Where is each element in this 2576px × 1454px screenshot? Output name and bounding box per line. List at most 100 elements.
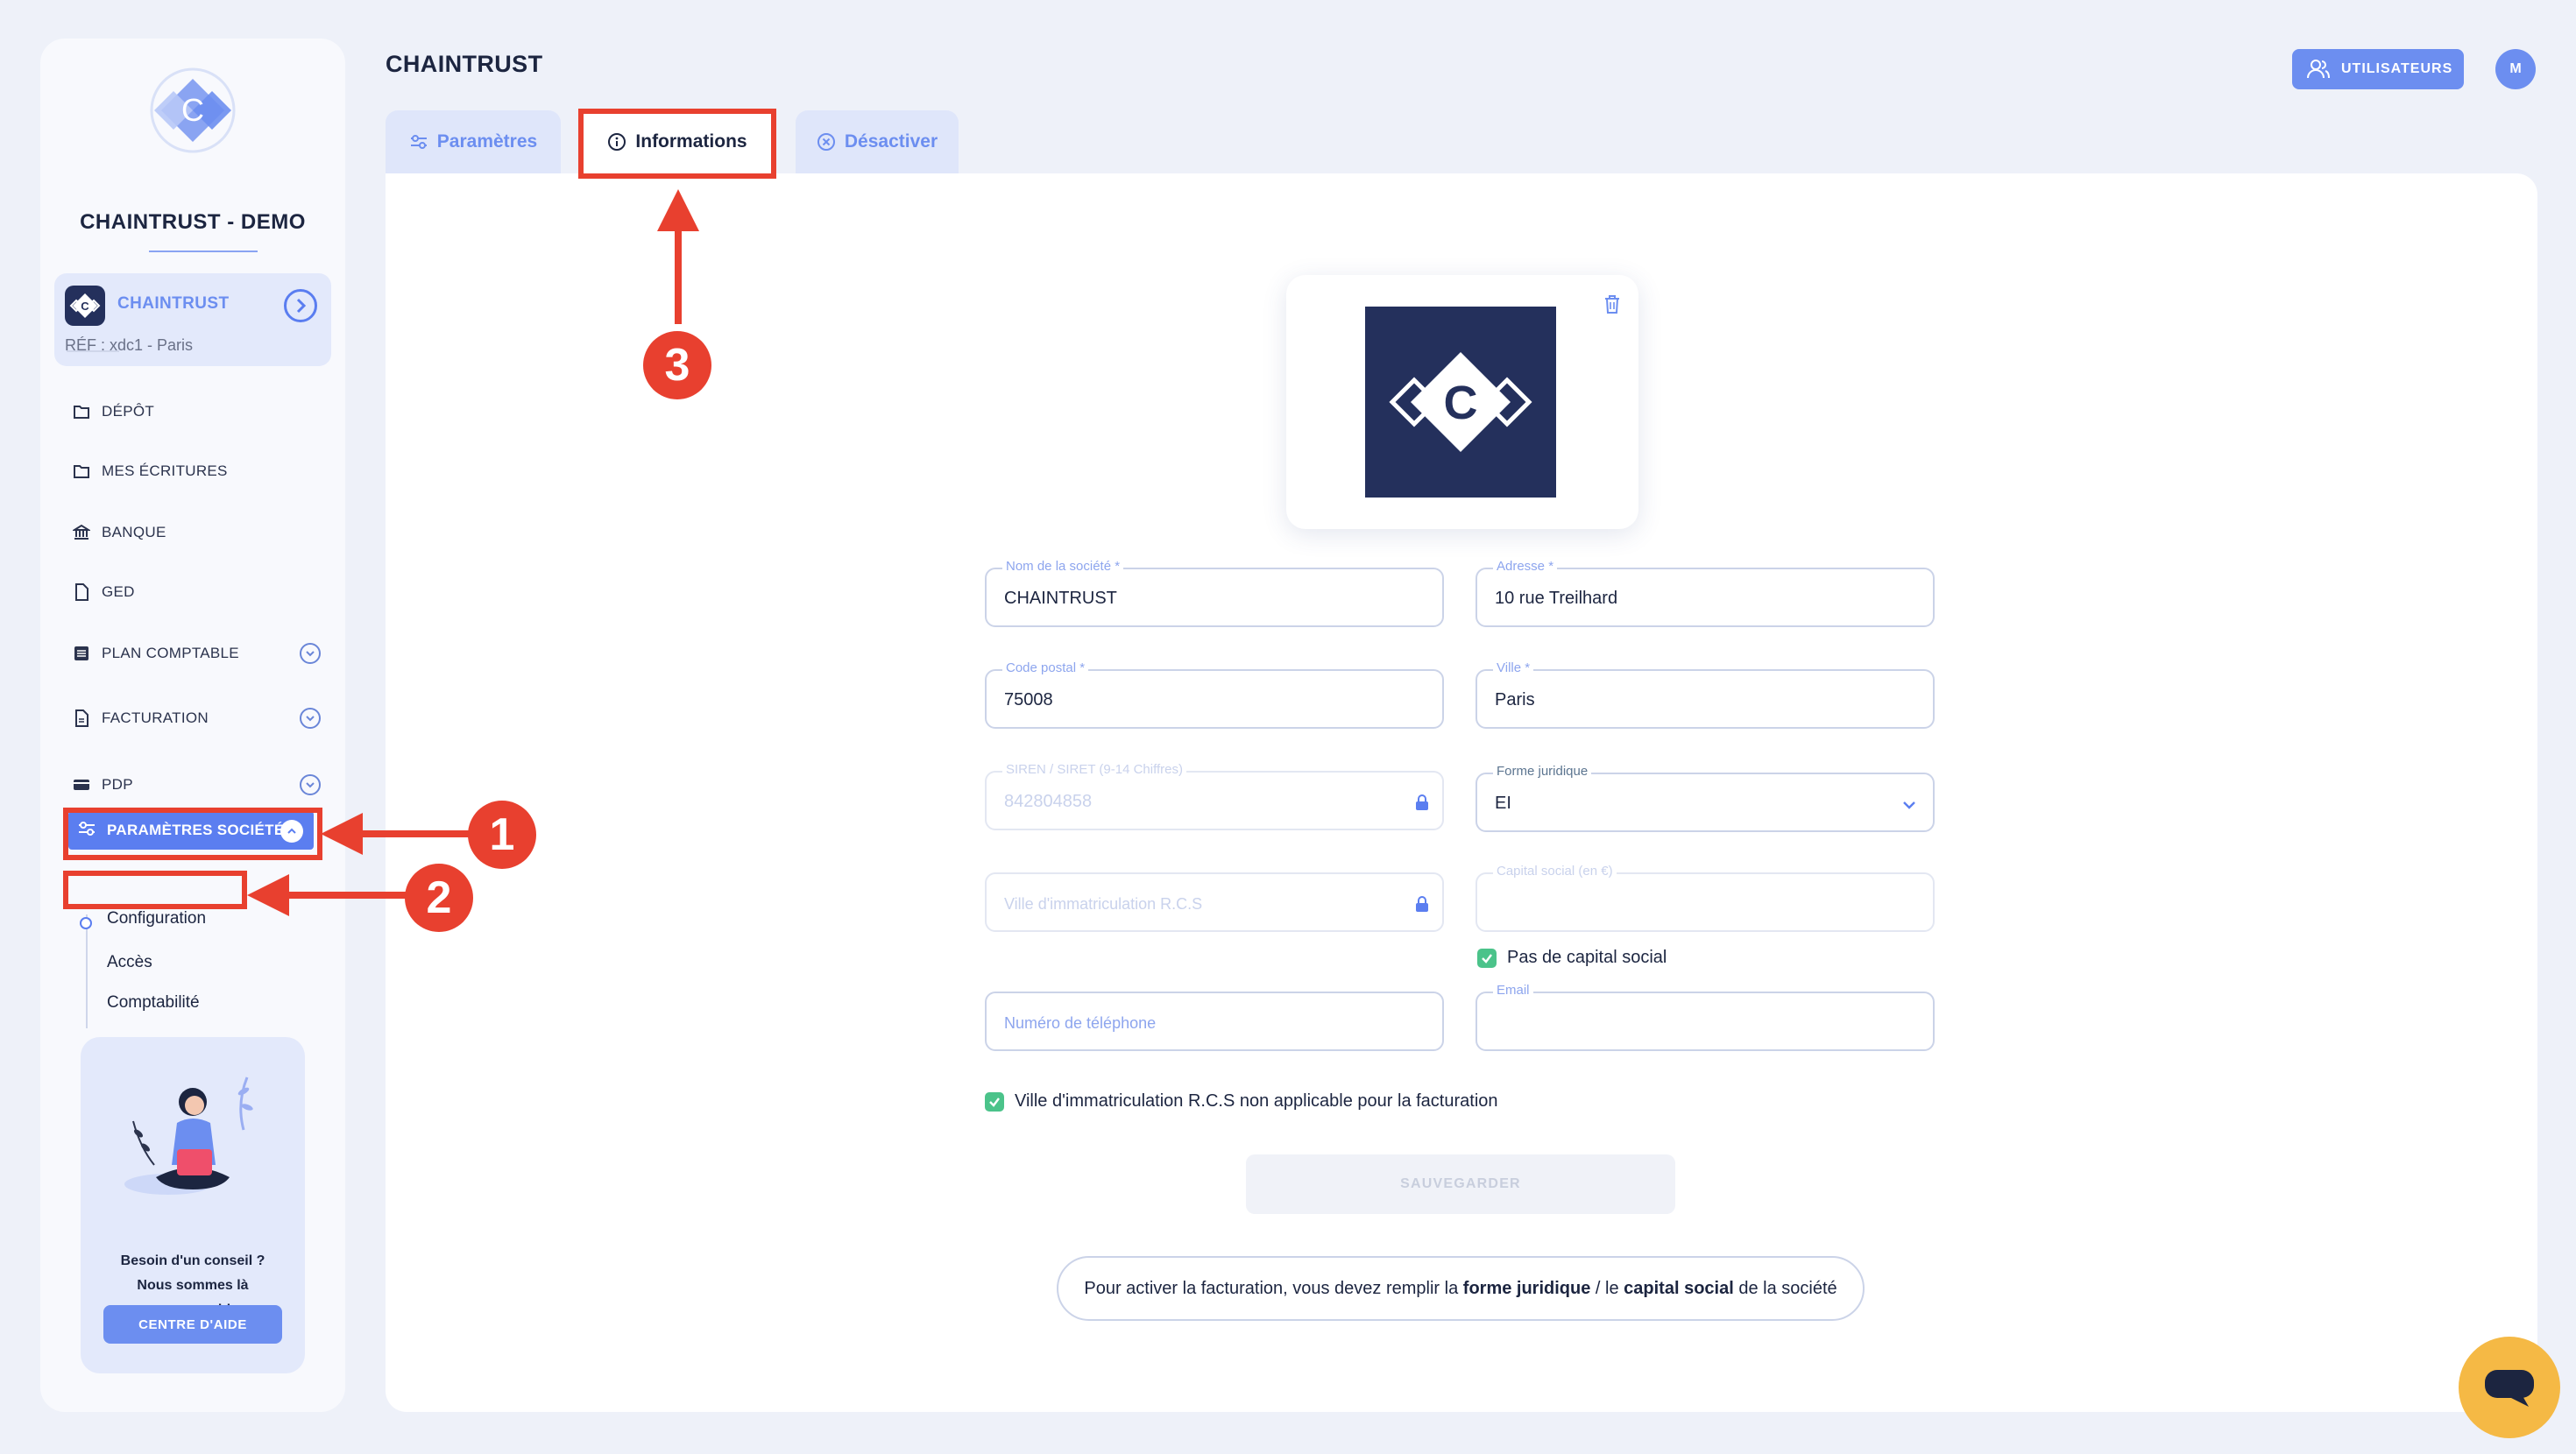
- trash-icon[interactable]: [1602, 293, 1623, 315]
- annotation-box-1: [63, 808, 322, 860]
- sidebar-item-label: GED: [102, 583, 135, 600]
- postal-code-value: 75008: [1004, 690, 1053, 709]
- address-label: Adresse *: [1493, 559, 1558, 574]
- annotation-box-3: [578, 109, 776, 179]
- email-field[interactable]: Email: [1476, 983, 1935, 1051]
- sidebar-item-plan-comptable[interactable]: PLAN COMPTABLE: [72, 636, 326, 671]
- close-circle-icon: [817, 132, 836, 152]
- checkbox-checked-icon[interactable]: [985, 1091, 1004, 1112]
- notice-text: / le: [1590, 1278, 1624, 1298]
- company-logo-image[interactable]: C: [1365, 307, 1556, 498]
- phone-placeholder: Numéro de téléphone: [1004, 1014, 1157, 1032]
- submenu-item-acces[interactable]: Accès: [107, 953, 152, 972]
- annotation-marker-2: 2: [405, 864, 473, 932]
- chevron-down-icon[interactable]: [300, 643, 321, 664]
- svg-text:C: C: [81, 300, 89, 313]
- sidebar-item-label: PLAN COMPTABLE: [102, 645, 239, 661]
- document-icon: [72, 582, 91, 602]
- sidebar-item-label: BANQUE: [102, 524, 166, 540]
- sidebar-item-label: MES ÉCRITURES: [102, 462, 228, 479]
- rcs-city-field: Ville d'immatriculation R.C.S: [985, 872, 1444, 932]
- rcs-not-applicable-checkbox-row[interactable]: Ville d'immatriculation R.C.S non applic…: [985, 1091, 1498, 1112]
- tab-parametres[interactable]: Paramètres: [386, 110, 561, 173]
- sidebar-item-banque[interactable]: BANQUE: [72, 515, 326, 550]
- annotation-marker-3: 3: [643, 331, 711, 399]
- capital-label: Capital social (en €): [1493, 864, 1617, 879]
- postal-code-field[interactable]: Code postal * 75008: [985, 660, 1444, 729]
- annotation-marker-1: 1: [468, 801, 536, 869]
- city-label: Ville *: [1493, 660, 1534, 675]
- folder-icon: [72, 462, 91, 481]
- help-card: Besoin d'un conseil ? Nous sommes là pou…: [81, 1037, 305, 1373]
- siren-label: SIREN / SIRET (9-14 Chiffres): [1002, 762, 1187, 777]
- notice-text: de la société: [1733, 1278, 1837, 1298]
- siren-value: 842804858: [1004, 792, 1093, 811]
- company-name-field[interactable]: Nom de la société * CHAINTRUST: [985, 559, 1444, 627]
- billing-notice: Pour activer la facturation, vous devez …: [1057, 1256, 1865, 1321]
- title-underline: [149, 251, 258, 252]
- sidebar-item-mes-ecritures[interactable]: MES ÉCRITURES: [72, 454, 326, 489]
- no-capital-label: Pas de capital social: [1507, 948, 1667, 967]
- annotation-box-2: [63, 871, 247, 909]
- bank-icon: [72, 523, 91, 542]
- avatar[interactable]: M: [2495, 49, 2536, 89]
- submenu-item-comptabilite[interactable]: Comptabilité: [107, 993, 200, 1013]
- city-field[interactable]: Ville * Paris: [1476, 660, 1935, 729]
- address-field[interactable]: Adresse * 10 rue Treilhard: [1476, 559, 1935, 627]
- company-card[interactable]: C CHAINTRUST RÉF : xdc1 - Paris: [54, 273, 331, 366]
- company-title: CHAINTRUST - DEMO: [80, 210, 306, 234]
- chat-icon: [2485, 1370, 2534, 1407]
- tab-label: Désactiver: [844, 131, 938, 152]
- invoice-icon: [72, 709, 91, 728]
- rcs-not-applicable-label: Ville d'immatriculation R.C.S non applic…: [1015, 1091, 1498, 1111]
- checkbox-checked-icon[interactable]: [1477, 948, 1497, 968]
- folder-icon: [72, 402, 91, 421]
- rcs-city-placeholder: Ville d'immatriculation R.C.S: [1004, 895, 1203, 913]
- submenu-item-configuration[interactable]: Configuration: [107, 909, 206, 928]
- postal-code-label: Code postal *: [1002, 660, 1089, 675]
- chevron-down-icon[interactable]: [300, 774, 321, 795]
- chaintrust-logo: C: [149, 67, 237, 154]
- help-text-line: Besoin d'un conseil ?: [120, 1253, 265, 1268]
- chevron-down-icon[interactable]: [300, 708, 321, 729]
- siren-field: SIREN / SIRET (9-14 Chiffres) 842804858: [985, 762, 1444, 830]
- phone-field[interactable]: Numéro de téléphone: [985, 992, 1444, 1051]
- chevron-right-icon[interactable]: [284, 289, 317, 322]
- sliders-icon: [409, 132, 428, 152]
- company-name-value: CHAINTRUST: [1004, 589, 1117, 608]
- company-logo-card: C: [1286, 275, 1638, 529]
- lock-icon: [1414, 794, 1430, 811]
- save-button[interactable]: SAUVEGARDER: [1246, 1154, 1675, 1214]
- sidebar-item-label: DÉPÔT: [102, 403, 155, 420]
- sidebar-item-pdp[interactable]: PDP: [72, 767, 326, 802]
- users-button[interactable]: UTILISATEURS: [2292, 49, 2464, 89]
- no-capital-checkbox-row[interactable]: Pas de capital social: [1477, 948, 1667, 968]
- list-icon: [72, 644, 91, 663]
- chevron-down-icon[interactable]: [1900, 795, 1919, 815]
- tab-desactiver[interactable]: Désactiver: [796, 110, 959, 173]
- notice-bold-legal-form: forme juridique: [1462, 1278, 1591, 1298]
- help-center-button[interactable]: CENTRE D'AIDE: [103, 1305, 282, 1344]
- help-text-line: Nous sommes là: [137, 1278, 249, 1293]
- notice-text: Pour activer la facturation, vous devez …: [1084, 1278, 1463, 1298]
- legal-form-value: EI: [1495, 794, 1511, 813]
- sidebar-item-depot[interactable]: DÉPÔT: [72, 394, 326, 429]
- address-value: 10 rue Treilhard: [1495, 589, 1618, 608]
- capital-field: Capital social (en €): [1476, 864, 1935, 932]
- tab-label: Paramètres: [436, 131, 538, 152]
- lock-icon: [1414, 895, 1430, 913]
- chat-button[interactable]: [2459, 1337, 2560, 1438]
- card-icon: [72, 775, 91, 794]
- legal-form-select[interactable]: Forme juridique EI: [1476, 764, 1935, 832]
- svg-text:C: C: [181, 92, 204, 128]
- notice-bold-capital: capital social: [1624, 1278, 1734, 1298]
- sidebar-item-facturation[interactable]: FACTURATION: [72, 701, 326, 736]
- help-illustration: [116, 1069, 270, 1218]
- sidebar-divider: [67, 350, 119, 352]
- sidebar-item-ged[interactable]: GED: [72, 575, 326, 610]
- email-label: Email: [1493, 983, 1533, 998]
- legal-form-label: Forme juridique: [1493, 764, 1592, 779]
- users-icon: [2306, 57, 2331, 81]
- sidebar-item-label: FACTURATION: [102, 709, 209, 726]
- city-value: Paris: [1495, 690, 1535, 709]
